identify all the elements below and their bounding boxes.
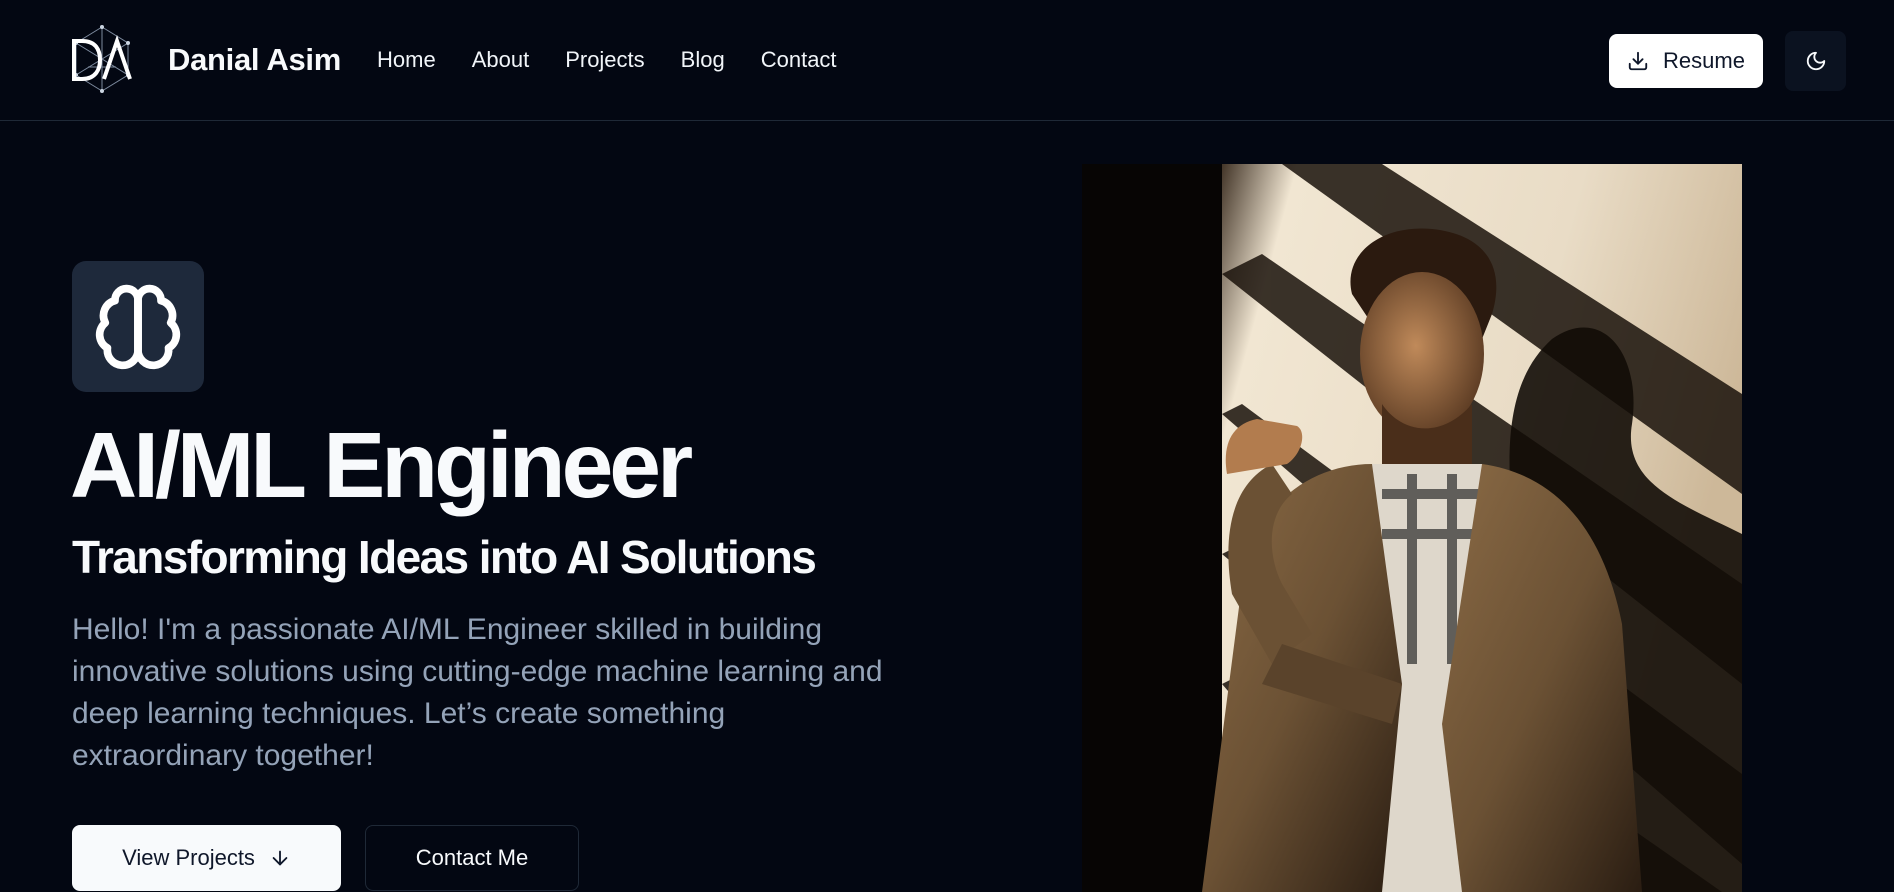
- brand-logo[interactable]: [66, 23, 138, 95]
- resume-label: Resume: [1663, 48, 1745, 73]
- contact-me-label: Contact Me: [415, 845, 529, 870]
- brand-name[interactable]: Danial Asim: [168, 40, 341, 80]
- brain-icon: [95, 284, 181, 369]
- download-icon: [1628, 51, 1648, 71]
- hero-title: AI/ML Engineer: [70, 413, 693, 517]
- contact-me-button[interactable]: Contact Me: [365, 825, 579, 891]
- hero-subtitle: Transforming Ideas into AI Solutions: [72, 531, 817, 583]
- moon-icon: [1806, 51, 1825, 71]
- brain-icon-tile: [72, 261, 204, 392]
- nav-home-link[interactable]: Home: [377, 40, 436, 80]
- view-projects-button[interactable]: View Projects: [72, 825, 341, 891]
- view-projects-label: View Projects: [122, 845, 255, 870]
- hero-description: Hello! I'm a passionate AI/ML Engineer s…: [72, 613, 883, 772]
- profile-photo: [1082, 164, 1742, 892]
- nav-about-link[interactable]: About: [472, 40, 530, 80]
- navbar: Danial Asim Home About Projects Blog Con…: [0, 0, 1894, 121]
- main-nav: Home About Projects Blog Contact: [377, 40, 837, 80]
- theme-toggle-button[interactable]: [1785, 31, 1846, 91]
- arrow-down-icon: [272, 850, 288, 866]
- nav-contact-link[interactable]: Contact: [761, 40, 837, 80]
- nav-blog-link[interactable]: Blog: [681, 40, 725, 80]
- profile-photo-illustration: [1082, 164, 1742, 892]
- resume-button[interactable]: Resume: [1609, 34, 1763, 88]
- da-network-logo-icon: [72, 25, 132, 93]
- nav-projects-link[interactable]: Projects: [565, 40, 644, 80]
